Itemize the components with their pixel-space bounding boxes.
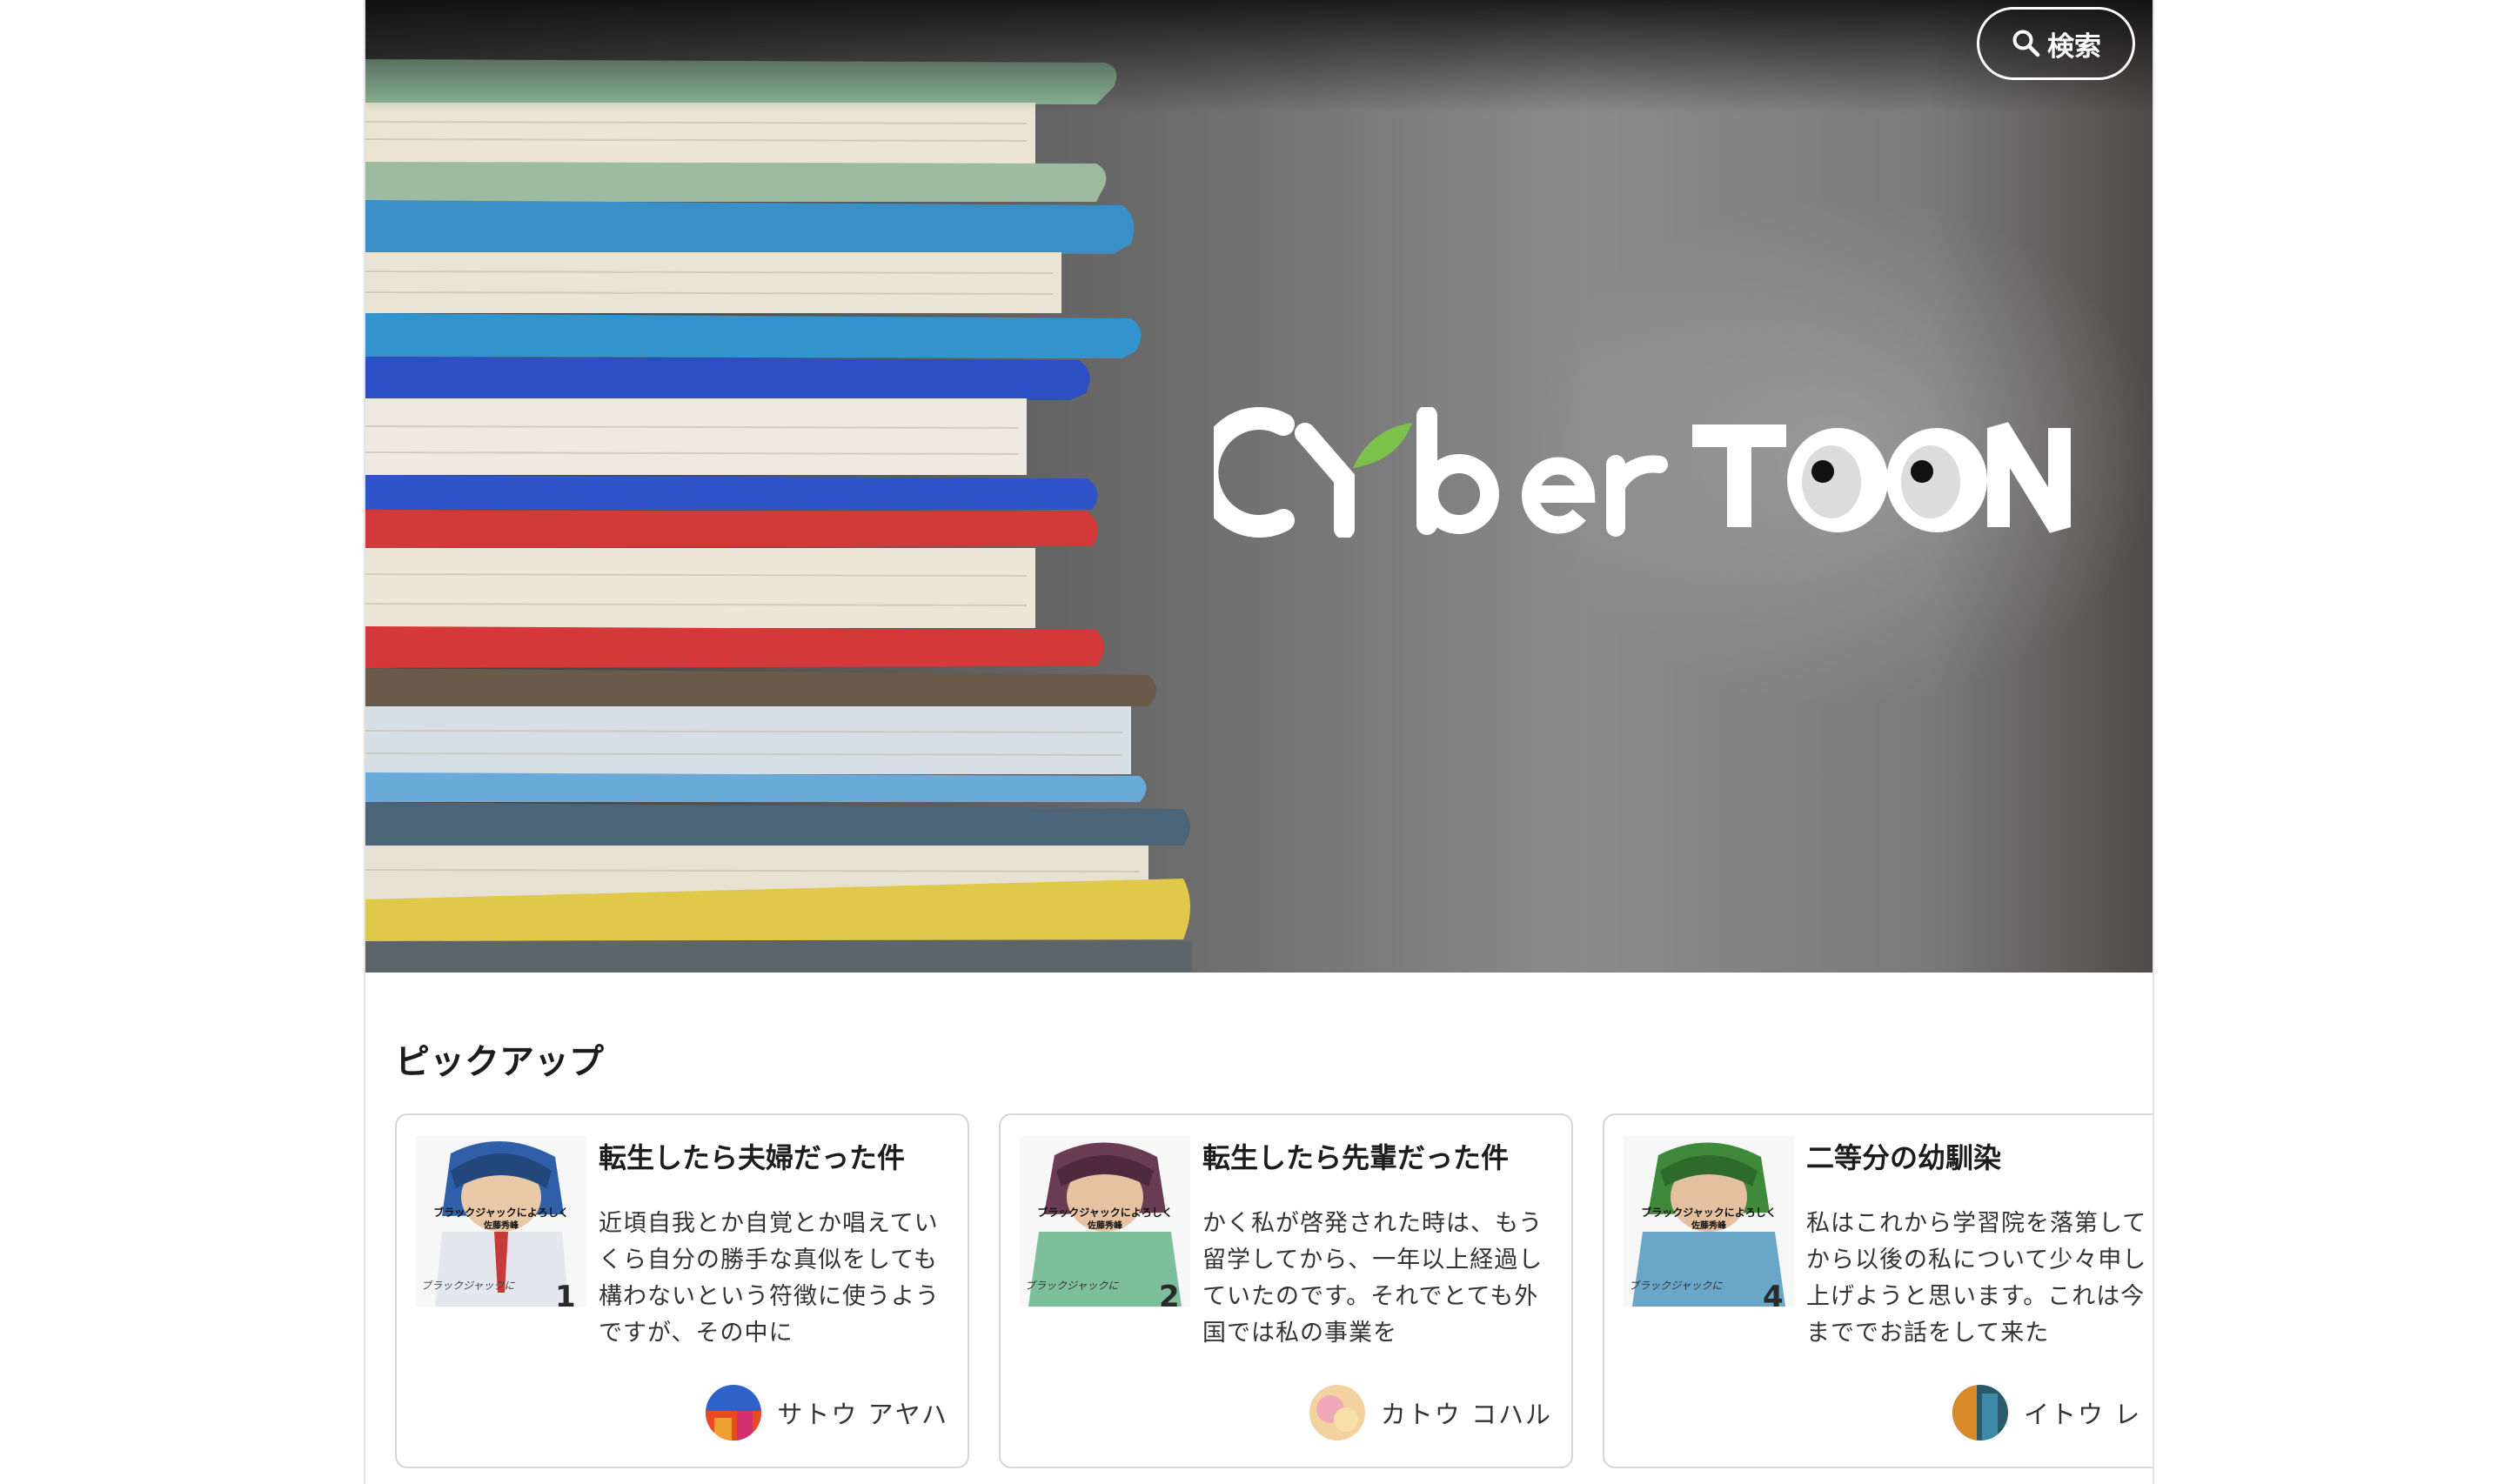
card-title: 二等分の幼馴染 <box>1806 1141 2002 1174</box>
card-excerpt: 私はこれから学習院を落第してから以後の私について少々申し上げようと思います。これ… <box>1806 1210 2147 1347</box>
card-author[interactable]: サトウ アヤハ <box>706 1385 948 1441</box>
pickup-heading: ピックアップ <box>395 1042 604 1082</box>
search-icon <box>2012 30 2040 57</box>
cover-volume-text: 4 <box>1763 1280 1784 1307</box>
author-name: カトウ コハル <box>1380 1400 1552 1429</box>
cyber-toon-logo[interactable] <box>1214 407 2084 538</box>
card-author[interactable]: イトウ レ <box>1952 1385 2141 1441</box>
hero-banner: 検索 <box>365 0 2153 973</box>
cover-subtitle-text: ブラックジャックに <box>421 1280 515 1292</box>
cover-author-text: 佐藤秀峰 <box>1087 1220 1123 1231</box>
cover-subtitle-text: ブラックジャックに <box>1629 1280 1723 1292</box>
hero-top-shade <box>365 0 2153 113</box>
comic-cover-thumbnail: ブラックジャックによろしく 佐藤秀峰 ブラックジャックに 2 <box>1020 1136 1190 1307</box>
cover-title-text: ブラックジャックによろしく <box>1037 1206 1172 1219</box>
cover-volume-text: 2 <box>1159 1280 1180 1307</box>
pickup-card[interactable]: ブラックジャックによろしく 佐藤秀峰 ブラックジャックに 4 二等分の幼馴染 私… <box>1603 1113 2153 1468</box>
card-title: 転生したら先輩だった件 <box>1202 1141 1510 1174</box>
pickup-card[interactable]: ブラックジャックによろしく 佐藤秀峰 ブラックジャックに 2 転生したら先輩だっ… <box>999 1113 1573 1468</box>
comic-cover-thumbnail: ブラックジャックによろしく 佐藤秀峰 ブラックジャックに 4 <box>1624 1136 1794 1307</box>
search-button-label: 検索 <box>2047 30 2101 63</box>
avatar <box>706 1385 762 1441</box>
card-excerpt: 近頃自我とか自覚とか唱えていくら自分の勝手な真似をしても構わないという符徴に使う… <box>599 1210 940 1347</box>
comic-cover-thumbnail: ブラックジャックによろしく 佐藤秀峰 ブラックジャックに 1 <box>416 1136 586 1307</box>
cover-subtitle-text: ブラックジャックに <box>1025 1280 1119 1292</box>
card-excerpt: かく私が啓発された時は、もう留学してから、一年以上経過していたのです。それでとて… <box>1202 1210 1543 1347</box>
cover-author-text: 佐藤秀峰 <box>1691 1220 1727 1231</box>
avatar <box>1952 1385 2008 1441</box>
author-name: イトウ レ <box>2024 1400 2142 1429</box>
author-name: サトウ アヤハ <box>777 1400 948 1429</box>
cover-title-text: ブラックジャックによろしく <box>1641 1206 1776 1219</box>
card-title: 転生したら夫婦だった件 <box>599 1141 906 1174</box>
card-author[interactable]: カトウ コハル <box>1309 1385 1552 1441</box>
page-frame: 検索 ピックアップ ブラックジャックによろしく 佐藤秀峰 ブラックジャックに 1… <box>364 0 2154 1484</box>
cover-author-text: 佐藤秀峰 <box>483 1220 519 1231</box>
avatar <box>1309 1385 1365 1441</box>
pickup-card[interactable]: ブラックジャックによろしく 佐藤秀峰 ブラックジャックに 1 転生したら夫婦だっ… <box>395 1113 969 1468</box>
cover-title-text: ブラックジャックによろしく <box>433 1206 568 1219</box>
pickup-carousel[interactable]: ブラックジャックによろしく 佐藤秀峰 ブラックジャックに 1 転生したら夫婦だっ… <box>395 1112 2153 1474</box>
cover-volume-text: 1 <box>555 1280 576 1307</box>
pickup-track: ブラックジャックによろしく 佐藤秀峰 ブラックジャックに 1 転生したら夫婦だっ… <box>395 1112 2153 1474</box>
search-button[interactable]: 検索 <box>1977 7 2135 80</box>
